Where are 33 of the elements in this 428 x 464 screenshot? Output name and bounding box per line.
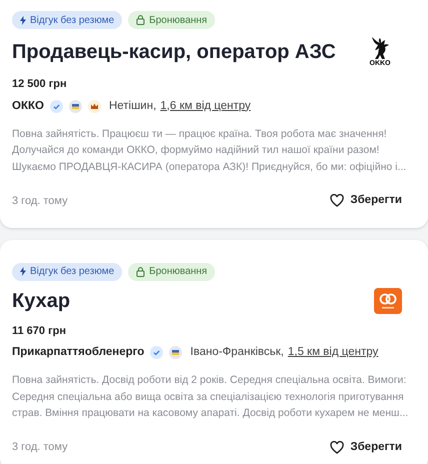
salary: 12 500 грн xyxy=(12,77,68,92)
company-logo xyxy=(374,288,402,314)
tag: Відгук без резюме xyxy=(12,11,122,29)
verified-icon xyxy=(50,100,63,113)
tag: Бронювання xyxy=(128,11,216,29)
vacancy-title[interactable]: Кухар xyxy=(12,288,70,314)
vacancy-description: Повна зайнятість. Працюєш ти — працює країна. Твоя робота має значення! Долучайся до команди ОККО, формуймо надійний тил нашої країни разом! Шукаємо ПРОДАВЦЯ-КАСИРА (оператора АЗК)! Приєднуйся, бо ми: офіційно і... xyxy=(12,126,408,175)
vacancy-description: Повна зайнятість. Досвід роботи від 2 років. Середня спеціальна освіта. Вимоги: Середня спеціальна або вища освіта за спеціалізацією технологія приготування страв. Вміння працювати на касовому апараті. Досвід роботи кухарем не менш... xyxy=(12,373,410,422)
crown-icon xyxy=(88,100,101,113)
lightning-icon xyxy=(20,16,26,24)
posted-time: 3 год. тому xyxy=(12,440,68,456)
dragon-icon xyxy=(369,36,391,60)
vacancy-title[interactable]: Продавець-касир, оператор АЗС xyxy=(12,38,336,64)
heart-icon xyxy=(330,440,344,454)
save-button[interactable]: Зберегти xyxy=(330,438,402,456)
tag: Відгук без резюме xyxy=(12,262,122,280)
heart-icon xyxy=(330,194,344,208)
salary: 11 670 грн xyxy=(12,324,68,338)
tag: Бронювання xyxy=(128,262,216,280)
posted-time: 3 год. тому xyxy=(12,194,68,209)
flag-icon xyxy=(68,100,82,113)
save-button[interactable]: Зберегти xyxy=(330,192,402,210)
city: Нетішин, xyxy=(108,98,156,114)
lock-icon xyxy=(136,15,146,25)
flag-icon xyxy=(169,346,182,360)
lightning-icon xyxy=(20,267,26,276)
company-name[interactable]: ОККО xyxy=(12,98,44,115)
city: Івано-Франківськ, xyxy=(190,345,284,360)
verified-icon xyxy=(150,346,164,360)
lock-icon xyxy=(136,266,146,276)
company-name[interactable]: Прикарпаттяобленерго xyxy=(12,344,144,362)
distance-link[interactable]: 1,6 км від центру xyxy=(160,98,251,115)
distance-link[interactable]: 1,5 км від центру xyxy=(288,344,378,362)
